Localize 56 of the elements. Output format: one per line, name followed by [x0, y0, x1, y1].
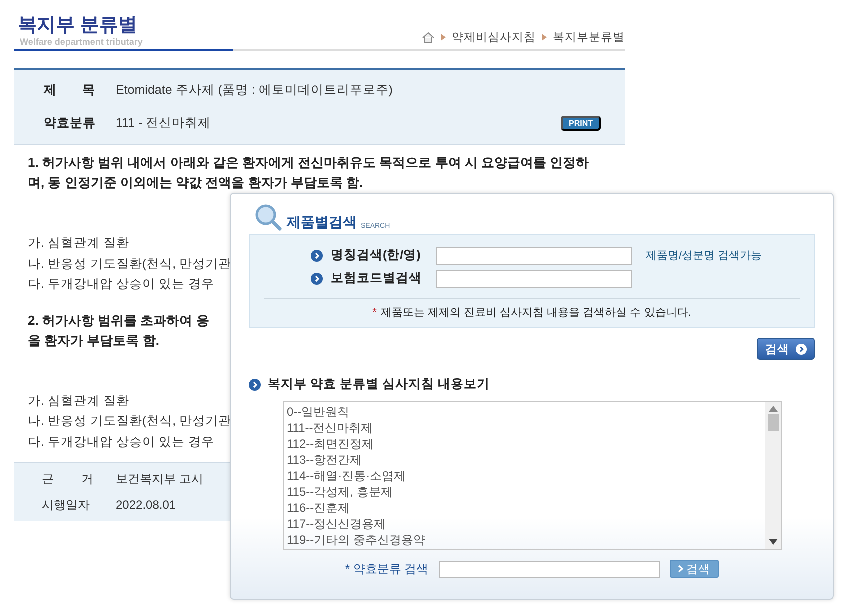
chevron-icon [678, 565, 684, 573]
search-field[interactable] [436, 270, 632, 288]
field-value: 보건복지부 고시 [116, 470, 204, 488]
field-label: 제 목 [43, 82, 96, 99]
field-label: 약효분류 [43, 115, 97, 132]
category-option[interactable]: 114--해열·진통·소염제 [287, 468, 762, 484]
scrollbar-thumb[interactable] [768, 414, 778, 431]
paragraph: 2. 허가사항 범위를 초과하여 응 을 환자가 부담토록 함. [28, 312, 210, 350]
popup-title: 제품별검색 [287, 214, 357, 232]
field-label: 시행일자 [41, 496, 91, 514]
search-field[interactable] [436, 246, 632, 264]
category-option[interactable]: 119--기타의 중추신경용약 [287, 532, 762, 548]
category-option[interactable]: 117--정신신경용제 [287, 516, 762, 532]
required-mark: * [372, 307, 377, 319]
scroll-down-icon[interactable] [768, 539, 778, 545]
list-item: 다. 두개강내압 상승이 있는 경우 [28, 276, 214, 293]
search-note: 제품또는 제제의 진료비 심사지침 내용을 검색하실 수 있습니다. [380, 307, 692, 319]
category-search-field[interactable] [438, 560, 660, 578]
list-item: 다. 두개강내압 상승이 있는 경우 [28, 434, 214, 450]
page-title: 복지부 분류별 [18, 15, 138, 37]
arrow-bullet-icon [249, 378, 261, 390]
paragraph: 1. 허가사항 범위 내에서 아래와 같은 환자에게 전신마취유도 목적으로 투여 시 요양급여를 인정하 며, 동 인정기준 이외에는 약값 전액을 환자가 부담토록 함. [28, 154, 590, 192]
magnifier-icon [255, 204, 283, 232]
field-hint: 제품명/성분명 검색가능 [646, 249, 762, 263]
field-label: 근 거 [41, 470, 94, 488]
list-item: 가. 심혈관계 질환 [28, 392, 130, 410]
category-option[interactable]: 116--진훈제 [287, 500, 762, 516]
home-icon[interactable] [422, 32, 435, 44]
scrollbar[interactable] [765, 402, 781, 549]
breadcrumb-link[interactable]: 복지부분류별 [553, 30, 625, 45]
list-item: 나. 반응성 기도질환(천식, 만성기관 [28, 413, 232, 430]
category-option[interactable]: 111--전신마취제 [287, 420, 762, 436]
category-option[interactable]: 112--최면진정제 [287, 436, 762, 452]
arrow-circle-icon [796, 344, 806, 354]
field-label: 보험코드별검색 [331, 270, 422, 287]
page-subtitle: Welfare department tributary [20, 37, 143, 47]
breadcrumb-link[interactable]: 약제비심사지침 [452, 30, 536, 45]
triangle-icon [441, 34, 446, 41]
field-label: * 약효분류 검색 [345, 560, 429, 578]
category-option[interactable]: 115--각성제, 흥분제 [287, 484, 762, 500]
section-title: 복지부 약효 분류별 심사지침 내용보기 [268, 376, 490, 393]
list-item: 나. 반응성 기도질환(천식, 만성기관 [28, 256, 232, 273]
field-value: 2022.08.01 [116, 498, 176, 512]
category-listbox[interactable]: 0--일반원칙 111--전신마취제 112--최면진정제 113--항전간제 114--해열·진통·소염제 115--각성제, 흥분제 116--진훈제 117--정신신경용제 119--기타의 중추신경용약 [283, 401, 782, 550]
list-item: 가. 심혈관계 질환 [28, 235, 130, 252]
triangle-icon [542, 34, 547, 41]
arrow-bullet-icon [311, 250, 323, 262]
field-value: 111 - 전신마취제 [116, 115, 212, 132]
field-label: 명칭검색(한/영) [331, 247, 421, 264]
field-value: Etomidate 주사제 (품명 : 에토미데이트리푸로주) [116, 82, 394, 99]
print-button[interactable]: PRINT [561, 116, 601, 131]
arrow-bullet-icon [311, 272, 323, 284]
category-option[interactable]: 0--일반원칙 [287, 404, 762, 420]
search-button[interactable]: 검색 [757, 338, 815, 360]
scroll-up-icon[interactable] [768, 406, 778, 412]
category-option[interactable]: 113--항전간제 [287, 452, 762, 468]
